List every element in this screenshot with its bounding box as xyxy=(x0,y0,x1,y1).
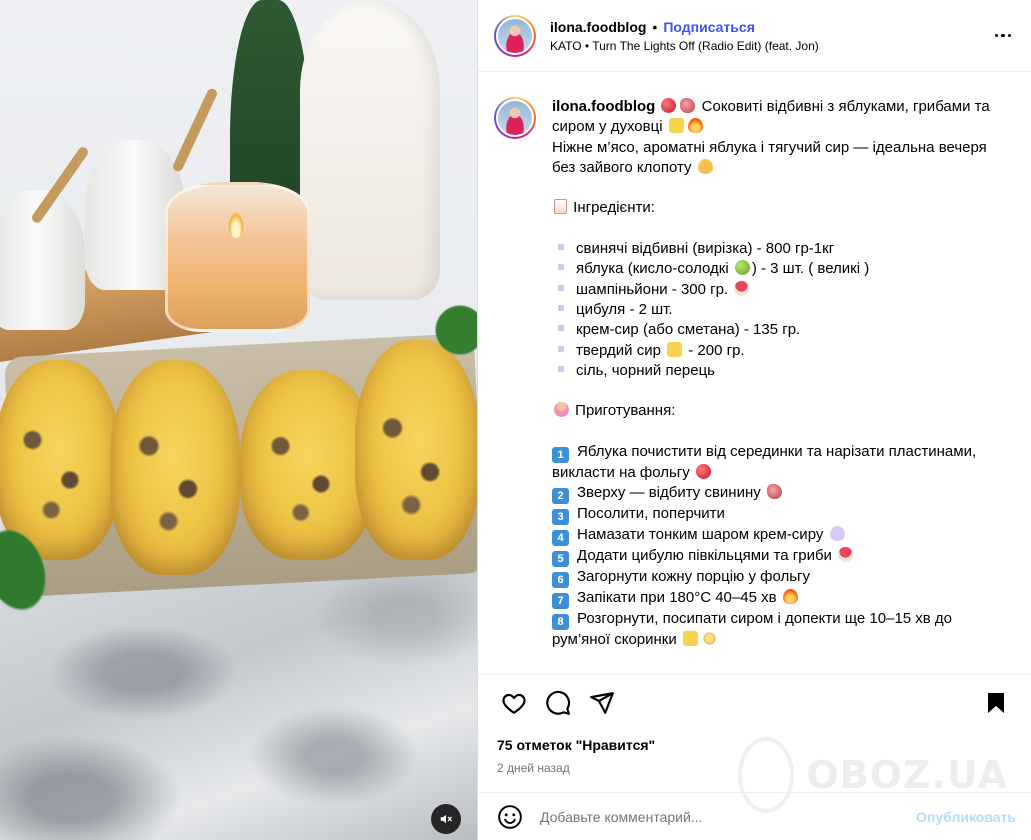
bullet-icon xyxy=(558,345,564,352)
mushroom-emoji-icon xyxy=(838,547,854,563)
audio-track[interactable]: KATO • Turn The Lights Off (Radio Edit) … xyxy=(550,39,983,53)
heart-icon xyxy=(502,693,526,714)
step-number-icon: 2 xyxy=(552,488,569,505)
baked-pork-chop xyxy=(110,360,240,575)
bullet-icon xyxy=(558,284,564,291)
post-panel: ilona.foodblog • Подписаться KATO • Turn… xyxy=(477,0,1031,840)
steps-title: Приготування: xyxy=(575,402,676,420)
step-text: Розгорнути, посипати сиром і допекти ще … xyxy=(577,610,953,628)
step-text: Загорнути кожну порцію у фольгу xyxy=(577,568,811,586)
step-number-icon: 8 xyxy=(552,614,569,631)
share-button[interactable] xyxy=(582,683,622,723)
speaker-muted-icon xyxy=(440,814,452,824)
sparkles-emoji-icon xyxy=(701,631,717,647)
apple-emoji-icon xyxy=(695,464,711,480)
step-text: Яблука почистити від серединки та наріза… xyxy=(577,443,977,461)
purple-heart-emoji-icon xyxy=(829,526,845,542)
ingredient-item: цибуля - 2 шт. xyxy=(576,300,673,318)
post-photo[interactable] xyxy=(0,0,477,840)
ingredient-item: - 200 гр. xyxy=(684,341,745,359)
post-header: ilona.foodblog • Подписаться KATO • Turn… xyxy=(478,0,1031,72)
share-icon xyxy=(590,692,614,714)
comment-icon xyxy=(546,691,571,715)
caption-text: без зайвого клопоту xyxy=(552,158,692,176)
bullet-icon xyxy=(558,365,564,372)
avatar[interactable] xyxy=(494,14,536,57)
step-text: рум’яної скоринки xyxy=(552,631,677,649)
ingredient-item: свинячі відбивні (вирізка) - 800 гр-1кг xyxy=(576,240,835,258)
yellow-heart-emoji-icon xyxy=(697,158,713,174)
caption-scroll-area[interactable]: ilona.foodblog Соковиті відбивні з яблук… xyxy=(478,73,1031,675)
fire-emoji-icon xyxy=(687,118,703,134)
cheese-emoji-icon xyxy=(668,118,684,134)
apple-emoji-icon xyxy=(661,98,677,113)
emoji-button[interactable] xyxy=(494,801,526,833)
bullet-icon xyxy=(558,325,564,332)
cook-emoji-icon xyxy=(554,402,569,418)
parsley-garnish xyxy=(430,300,477,360)
separator-dot: • xyxy=(652,18,658,35)
ingredient-item: яблука (кисло-солодкі xyxy=(576,260,729,278)
follow-button[interactable]: Подписаться xyxy=(663,19,755,35)
caption-text: Ніжне м’ясо, ароматні яблука і тягучий с… xyxy=(552,138,987,156)
step-number-icon: 7 xyxy=(552,593,569,610)
ingredient-item: шампіньйони - 300 гр. xyxy=(576,280,729,298)
bullet-icon xyxy=(558,304,564,311)
author-username[interactable]: ilona.foodblog xyxy=(550,19,646,35)
save-button[interactable] xyxy=(976,683,1016,723)
marble-surface xyxy=(0,560,477,840)
fire-emoji-icon xyxy=(782,589,798,605)
green-apple-emoji-icon xyxy=(734,260,750,276)
post-actions xyxy=(478,676,1031,730)
more-options-button[interactable] xyxy=(991,24,1015,48)
memo-emoji-icon xyxy=(554,199,567,215)
step-number-icon: 5 xyxy=(552,551,569,568)
comment-bar: Опубликовать xyxy=(478,792,1031,840)
watermark-text: OBOZ.UA xyxy=(806,753,1008,797)
comment-button[interactable] xyxy=(538,683,578,723)
meat-emoji-icon xyxy=(680,98,696,113)
step-number-icon: 4 xyxy=(552,530,569,547)
post-time[interactable]: 2 дней назад xyxy=(497,761,570,775)
caption-text: сиром у духовці xyxy=(552,118,663,136)
step-text: Намазати тонким шаром крем-сиру xyxy=(577,526,824,544)
bullet-icon xyxy=(558,264,564,271)
more-icon xyxy=(994,33,999,38)
step-text: Зверху — відбиту свинину xyxy=(577,484,761,502)
step-number-icon: 1 xyxy=(552,447,569,464)
angel-figurine xyxy=(300,0,440,300)
post-caption: ilona.foodblog Соковиті відбивні з яблук… xyxy=(552,97,992,651)
baked-pork-chop xyxy=(355,340,477,560)
ingredient-item: сіль, чорний перець xyxy=(576,361,715,379)
ingredient-item: твердий сир xyxy=(576,341,661,359)
caption-text: Соковиті відбивні з яблуками, грибами та xyxy=(701,98,990,115)
comment-input[interactable] xyxy=(540,808,917,825)
ingredient-item: крем-сир (або сметана) - 135 гр. xyxy=(576,321,801,339)
meat-emoji-icon xyxy=(766,484,782,500)
step-number-icon: 3 xyxy=(552,509,569,526)
wooden-spoon xyxy=(171,87,219,173)
cheese-emoji-icon xyxy=(667,341,683,357)
step-text: Додати цибулю півкільцями та гриби xyxy=(577,547,832,565)
smile-icon xyxy=(498,804,522,829)
likes-count[interactable]: 75 отметок "Нравится" xyxy=(497,737,655,753)
step-text: Запікати при 180°C 40–45 хв xyxy=(577,589,777,607)
like-button[interactable] xyxy=(494,683,534,723)
publish-button[interactable]: Опубликовать xyxy=(916,809,1016,825)
avatar[interactable] xyxy=(494,97,536,139)
ingredients-title: Інгредієнти: xyxy=(573,199,655,217)
step-number-icon: 6 xyxy=(552,572,569,589)
candle-flame xyxy=(228,212,244,238)
bookmark-icon xyxy=(988,693,1004,713)
cheese-emoji-icon xyxy=(682,631,698,647)
candle xyxy=(165,182,310,332)
mushroom-emoji-icon xyxy=(734,280,750,296)
caption-username[interactable]: ilona.foodblog xyxy=(552,98,655,115)
mute-button[interactable] xyxy=(431,804,461,834)
step-text: викласти на фольгу xyxy=(552,464,690,482)
ingredient-item: ) - 3 шт. ( великі ) xyxy=(751,260,870,278)
bullet-icon xyxy=(558,244,564,251)
step-text: Посолити, поперчити xyxy=(577,505,725,523)
